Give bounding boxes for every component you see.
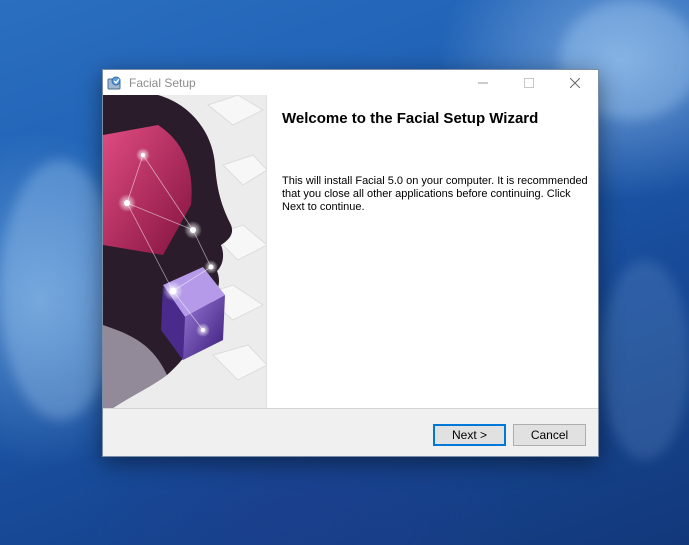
wizard-heading: Welcome to the Facial Setup Wizard — [282, 110, 539, 127]
wizard-body-text: This will install Facial 5.0 on your com… — [282, 175, 588, 213]
maximize-icon — [524, 77, 534, 88]
wizard-banner-image — [103, 95, 267, 408]
title-bar[interactable]: Facial Setup — [103, 70, 598, 95]
button-bar: Next > Cancel — [103, 408, 598, 456]
close-icon — [570, 77, 580, 88]
minimize-icon — [478, 82, 488, 83]
close-button[interactable] — [552, 70, 598, 95]
minimize-button[interactable] — [460, 70, 506, 95]
cancel-button[interactable]: Cancel — [513, 424, 586, 446]
setup-wizard-window: Facial Setup Welcome to the Facial Setup… — [102, 69, 599, 457]
installer-icon — [107, 76, 121, 89]
maximize-button[interactable] — [506, 70, 552, 95]
next-button[interactable]: Next > — [433, 424, 506, 446]
window-title: Facial Setup — [129, 75, 196, 90]
wizard-content: Welcome to the Facial Setup Wizard This … — [267, 95, 598, 408]
